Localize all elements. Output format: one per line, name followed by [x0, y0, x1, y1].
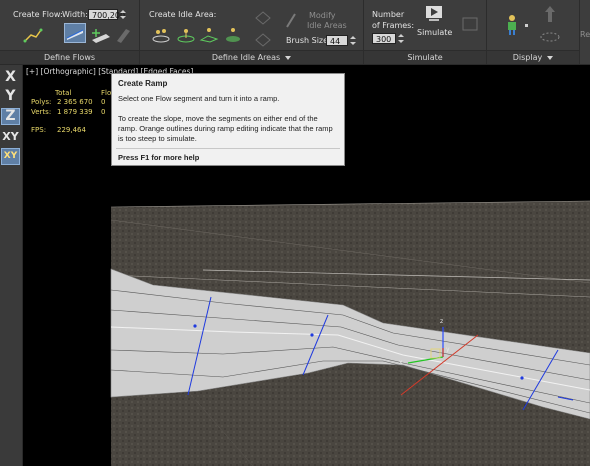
display-section: Display [487, 0, 580, 64]
idle-area-delete-button[interactable] [252, 8, 274, 28]
ribbon: Create Flow: Width: 700,200 Define Flows… [0, 0, 590, 65]
create-flow-label: Create Flow: [13, 10, 63, 19]
axis-y-button[interactable]: Y [1, 88, 20, 105]
tooltip-line-4: is too steep to simulate. [118, 134, 197, 143]
idle-area-poly-icon [199, 28, 219, 43]
idle-area-delete-icon [255, 11, 271, 25]
idle-area-free-icon [152, 29, 170, 43]
flow-vertex[interactable] [193, 324, 197, 328]
fps-label: FPS: [31, 126, 47, 135]
idle-area-select-button[interactable] [252, 30, 274, 50]
create-idle-area-label: Create Idle Area: [149, 10, 217, 19]
simulate-section: Number of Frames: 300 Simulate Simulate [364, 0, 487, 64]
create-ramp-icon [66, 29, 84, 40]
idle-area-paint-icon [226, 28, 240, 42]
tooltip-line-2: To create the slope, move the segments o… [118, 114, 318, 123]
simulate-icon [426, 6, 442, 21]
polys-total: 2 365 670 [57, 98, 93, 107]
define-idle-areas-title[interactable]: Define Idle Areas [140, 50, 363, 64]
display-person-button[interactable] [501, 14, 523, 35]
gizmo-z-label: z [440, 318, 443, 325]
simulate-options-icon [462, 17, 478, 31]
brush-size-spinner[interactable]: 44 [326, 35, 348, 46]
polys-flow: 0 [101, 98, 106, 107]
tooltip-line-3: ramp. Orange outlines during ramp editin… [118, 124, 333, 133]
truncated-ribbon-label: Re [580, 30, 590, 39]
define-flows-section: Create Flow: Width: 700,200 Define Flows [0, 0, 140, 64]
axis-xy-lock-button[interactable]: XY [1, 148, 20, 165]
flow-vertex[interactable] [520, 376, 524, 380]
gizmo-x-label: x [399, 359, 403, 366]
idle-area-select-icon [255, 33, 271, 47]
frames-label-2: of Frames: [372, 21, 415, 30]
simulate-title: Simulate [364, 50, 486, 64]
frames-label-1: Number [372, 10, 405, 19]
frames-spinner[interactable]: 300 [372, 33, 396, 44]
flow-vertex[interactable] [310, 333, 314, 337]
display-arrow-button[interactable] [539, 4, 561, 24]
polys-label: Polys: [31, 98, 52, 107]
stats-total-header: Total [55, 89, 72, 97]
dashed-ellipse-icon [540, 32, 560, 42]
gizmo-y-label: y [446, 346, 450, 353]
verts-flow: 0 [101, 107, 106, 116]
create-ramp-button[interactable] [64, 23, 86, 43]
display-title-text: Display [512, 53, 543, 62]
width-spinner-arrows[interactable] [119, 9, 126, 20]
modify-idle-areas-button[interactable]: Modify Idle Areas [280, 8, 360, 32]
arrow-up-icon [545, 6, 555, 22]
width-label: Width: [62, 10, 88, 19]
idle-area-poly-button[interactable] [198, 24, 220, 44]
axis-x-button[interactable]: X [1, 69, 20, 86]
add-flow-segment-button[interactable] [90, 25, 112, 45]
axis-z-button[interactable]: Z [1, 108, 20, 125]
simulate-label: Simulate [417, 28, 453, 37]
simulate-button[interactable]: Simulate [414, 4, 454, 40]
define-idle-areas-section: Create Idle Area: Modify Idle Areas Brus… [140, 0, 364, 64]
add-segment-icon [92, 29, 110, 43]
chevron-down-icon [547, 55, 554, 60]
modify-label: Modify [309, 11, 336, 20]
flow-tool-icon [117, 29, 130, 43]
idle-areas-label: Idle Areas [307, 21, 347, 30]
idle-area-ellipse-icon [177, 29, 195, 43]
flow-tool-disabled-button[interactable] [114, 25, 136, 45]
stats-background [23, 65, 111, 466]
verts-total: 1 879 339 [57, 107, 93, 116]
idle-area-paint-button[interactable] [222, 24, 244, 44]
tooltip-line-1: Select one Flow segment and turn it into… [118, 94, 280, 103]
stats-flow-header: Flo [101, 89, 112, 97]
frames-spinner-arrows[interactable] [397, 33, 404, 44]
tooltip-help-hint: Press F1 for more help [118, 153, 200, 162]
create-flow-button[interactable] [22, 25, 44, 45]
chevron-down-icon [285, 55, 292, 60]
brush-size-label: Brush Size: [286, 36, 331, 45]
display-area-button[interactable] [539, 27, 561, 47]
tooltip-divider [116, 148, 340, 149]
create-flow-icon [23, 28, 43, 43]
brush-icon [286, 13, 296, 28]
create-ramp-tooltip: Create Ramp Select one Flow segment and … [111, 73, 345, 166]
axis-constraints-toolbar: X Y Z XY XY [0, 65, 23, 466]
display-dropdown-dot[interactable] [525, 24, 528, 27]
define-flows-title: Define Flows [0, 50, 139, 64]
width-spinner[interactable]: 700,200 [88, 9, 125, 20]
verts-label: Verts: [31, 107, 52, 116]
define-idle-areas-title-text: Define Idle Areas [211, 53, 281, 62]
simulate-options-button[interactable] [459, 14, 481, 34]
idle-area-free-button[interactable] [150, 24, 172, 44]
tooltip-title: Create Ramp [118, 79, 168, 88]
idle-area-ellipse-button[interactable] [175, 24, 197, 44]
fps-value: 229,464 [57, 126, 86, 135]
brush-size-spinner-arrows[interactable] [349, 35, 356, 46]
display-title[interactable]: Display [487, 50, 579, 64]
person-icon [508, 15, 516, 35]
axis-xy-button[interactable]: XY [1, 128, 20, 145]
